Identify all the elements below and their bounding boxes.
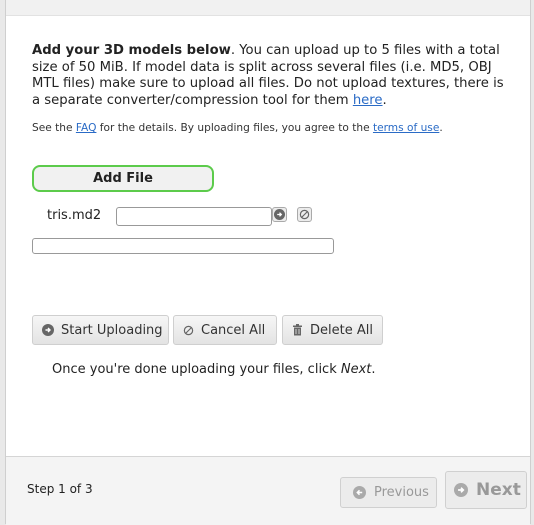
start-uploading-label: Start Uploading — [61, 322, 163, 338]
arrow-right-circle-icon — [274, 209, 285, 220]
start-uploading-button[interactable]: Start Uploading — [32, 315, 169, 345]
arrow-right-circle-icon — [42, 324, 54, 336]
upload-progress-bar — [32, 238, 334, 254]
converter-link[interactable]: here — [353, 93, 383, 108]
legal-end: . — [439, 122, 443, 134]
next-button[interactable]: Next — [445, 471, 527, 509]
step-indicator: Step 1 of 3 — [27, 482, 93, 496]
arrow-left-circle-icon — [353, 486, 366, 499]
previous-label: Previous — [374, 485, 429, 500]
wizard-footer: Step 1 of 3 Previous Next — [6, 456, 530, 525]
cancel-circle-icon — [299, 209, 310, 220]
legal-pre: See the — [32, 122, 76, 134]
intro-heading: Add your 3D models below — [32, 43, 231, 58]
cancel-circle-icon — [183, 325, 194, 335]
cancel-all-label: Cancel All — [201, 322, 266, 338]
done-next-emphasis: Next — [340, 362, 372, 377]
legal-text: See the FAQ for the details. By uploadin… — [32, 122, 512, 134]
faq-link[interactable]: FAQ — [76, 122, 97, 134]
file-path-input[interactable] — [116, 207, 272, 226]
legal-mid: for the details. By uploading files, you… — [96, 122, 373, 134]
cancel-file-button[interactable] — [297, 207, 312, 222]
terms-link[interactable]: terms of use — [373, 122, 439, 134]
next-label: Next — [476, 480, 521, 500]
upload-file-button[interactable] — [272, 207, 287, 222]
done-pre: Once you're done uploading your files, c… — [52, 362, 341, 377]
dialog-top-bar — [6, 0, 530, 16]
delete-all-label: Delete All — [310, 322, 373, 338]
done-end: . — [371, 362, 376, 377]
arrow-right-circle-icon — [454, 483, 468, 497]
trash-icon — [293, 324, 302, 336]
delete-all-button[interactable]: Delete All — [282, 315, 383, 345]
upload-dialog: Add your 3D models below. You can upload… — [5, 0, 531, 525]
add-file-button[interactable]: Add File — [32, 165, 214, 192]
file-name: tris.md2 — [47, 208, 102, 223]
previous-button[interactable]: Previous — [340, 477, 437, 508]
cancel-all-button[interactable]: Cancel All — [173, 315, 277, 345]
done-instructions: Once you're done uploading your files, c… — [52, 362, 376, 377]
intro-end: . — [382, 92, 387, 108]
intro-text: Add your 3D models below. You can upload… — [32, 43, 512, 109]
